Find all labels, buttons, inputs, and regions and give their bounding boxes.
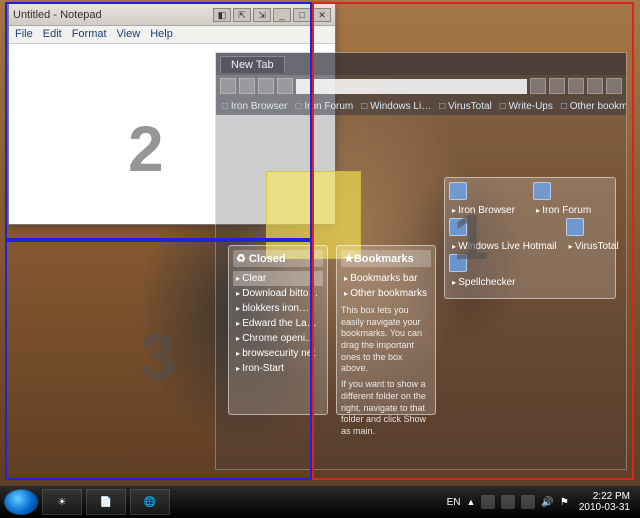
- wrench-button[interactable]: [606, 78, 622, 94]
- clock-time: 2:22 PM: [579, 491, 630, 502]
- notepad-title: Untitled - Notepad: [13, 9, 102, 21]
- tray-chevron-icon[interactable]: ▲: [467, 497, 476, 507]
- minimize-button[interactable]: _: [273, 8, 291, 22]
- bookmarks-bar-folder[interactable]: Bookmarks bar: [341, 271, 431, 286]
- address-bar[interactable]: [296, 79, 527, 94]
- closed-panel: ♻ Closed Clear Download bitton… blokkers…: [228, 245, 328, 415]
- titlebar-extra1-button[interactable]: ◧: [213, 8, 231, 22]
- closed-panel-title: ♻ Closed: [233, 250, 323, 267]
- forward-button[interactable]: [239, 78, 255, 94]
- titlebar-extra2-button[interactable]: ⇱: [233, 8, 251, 22]
- bookmarks-hint2: If you want to show a different folder o…: [341, 379, 431, 437]
- bookmarks-hint: This box lets you easily navigate your b…: [341, 305, 431, 375]
- app-icon[interactable]: [533, 182, 551, 200]
- clock-date: 2010-03-31: [579, 502, 630, 513]
- taskbar-item[interactable]: 📄: [86, 489, 126, 515]
- home-button[interactable]: [277, 78, 293, 94]
- ext1-button[interactable]: [568, 78, 584, 94]
- app-icon[interactable]: [566, 218, 584, 236]
- taskbar-item[interactable]: 🌐: [130, 489, 170, 515]
- bookmarks-bar: Iron Browser Iron Forum Windows Li… Viru…: [216, 97, 626, 115]
- app-virustotal[interactable]: VirusTotal: [566, 239, 622, 254]
- notepad-menubar: File Edit Format View Help: [9, 26, 335, 44]
- close-button[interactable]: ✕: [313, 8, 331, 22]
- browser-toolbar: [216, 75, 626, 97]
- menu-file[interactable]: File: [15, 28, 33, 41]
- bookmark-iron-forum[interactable]: Iron Forum: [296, 101, 354, 112]
- closed-item[interactable]: Chrome opening…: [233, 331, 323, 346]
- desktop: Untitled - Notepad ◧ ⇱ ⇲ _ □ ✕ File Edit…: [0, 0, 640, 518]
- taskbar-item[interactable]: ☀: [42, 489, 82, 515]
- volume-icon[interactable]: 🔊: [541, 497, 553, 508]
- closed-item[interactable]: Iron-Start: [233, 361, 323, 376]
- browser-tabbar: New Tab: [216, 53, 626, 75]
- menu-edit[interactable]: Edit: [43, 28, 62, 41]
- app-iron-forum[interactable]: Iron Forum: [533, 203, 611, 218]
- ext2-button[interactable]: [587, 78, 603, 94]
- tray-icon[interactable]: [521, 495, 535, 509]
- notepad-icon: 📄: [100, 497, 112, 508]
- other-bookmarks-folder[interactable]: Other bookmarks: [341, 286, 431, 301]
- taskbar: ☀ 📄 🌐 EN ▲ 🔊 ⚑ 2:22 PM 2010-03-31: [0, 486, 640, 518]
- bookmark-iron-browser[interactable]: Iron Browser: [222, 101, 288, 112]
- clock[interactable]: 2:22 PM 2010-03-31: [575, 491, 636, 513]
- sun-icon: ☀: [58, 497, 67, 508]
- maximize-button[interactable]: □: [293, 8, 311, 22]
- titlebar-extra3-button[interactable]: ⇲: [253, 8, 271, 22]
- closed-item[interactable]: Edward the Las…: [233, 316, 323, 331]
- browser-content: ♻ Closed Clear Download bitton… blokkers…: [216, 115, 626, 469]
- apps-panel: Iron Browser Iron Forum Windows Live Hot…: [444, 177, 616, 299]
- app-icon[interactable]: [449, 254, 467, 272]
- closed-clear[interactable]: Clear: [233, 271, 323, 286]
- browser-icon: 🌐: [144, 497, 156, 508]
- menu-help[interactable]: Help: [150, 28, 173, 41]
- app-icon[interactable]: [449, 182, 467, 200]
- back-button[interactable]: [220, 78, 236, 94]
- app-windows-live[interactable]: Windows Live Hotmail: [449, 239, 560, 254]
- menu-format[interactable]: Format: [72, 28, 107, 41]
- system-tray: EN ▲ 🔊 ⚑ 2:22 PM 2010-03-31: [447, 491, 636, 513]
- app-spellchecker[interactable]: Spellchecker: [449, 275, 527, 290]
- menu-view[interactable]: View: [117, 28, 141, 41]
- tray-icon[interactable]: [501, 495, 515, 509]
- bookmarks-panel-title: ★Bookmarks: [341, 250, 431, 267]
- app-icon[interactable]: [449, 218, 467, 236]
- menu-button[interactable]: [549, 78, 565, 94]
- tab-new[interactable]: New Tab: [220, 56, 285, 73]
- start-button[interactable]: [4, 489, 38, 515]
- reload-button[interactable]: [258, 78, 274, 94]
- flag-icon[interactable]: ⚑: [560, 497, 569, 508]
- closed-item[interactable]: blokkers iron…: [233, 301, 323, 316]
- bookmark-write-ups[interactable]: Write-Ups: [500, 101, 553, 112]
- closed-item[interactable]: Download bitton…: [233, 286, 323, 301]
- tray-icon[interactable]: [481, 495, 495, 509]
- app-iron-browser[interactable]: Iron Browser: [449, 203, 527, 218]
- language-indicator[interactable]: EN: [447, 497, 461, 508]
- notepad-titlebar[interactable]: Untitled - Notepad ◧ ⇱ ⇲ _ □ ✕: [9, 4, 335, 26]
- go-button[interactable]: [530, 78, 546, 94]
- bookmark-other[interactable]: Other bookma…: [561, 101, 626, 112]
- closed-item[interactable]: browsecurity net: [233, 346, 323, 361]
- bookmarks-panel: ★Bookmarks Bookmarks bar Other bookmarks…: [336, 245, 436, 415]
- bookmark-windows-live[interactable]: Windows Li…: [361, 101, 431, 112]
- browser-window[interactable]: New Tab Iron Browser Iron Forum Windows …: [215, 52, 627, 470]
- bookmark-virustotal[interactable]: VirusTotal: [439, 101, 492, 112]
